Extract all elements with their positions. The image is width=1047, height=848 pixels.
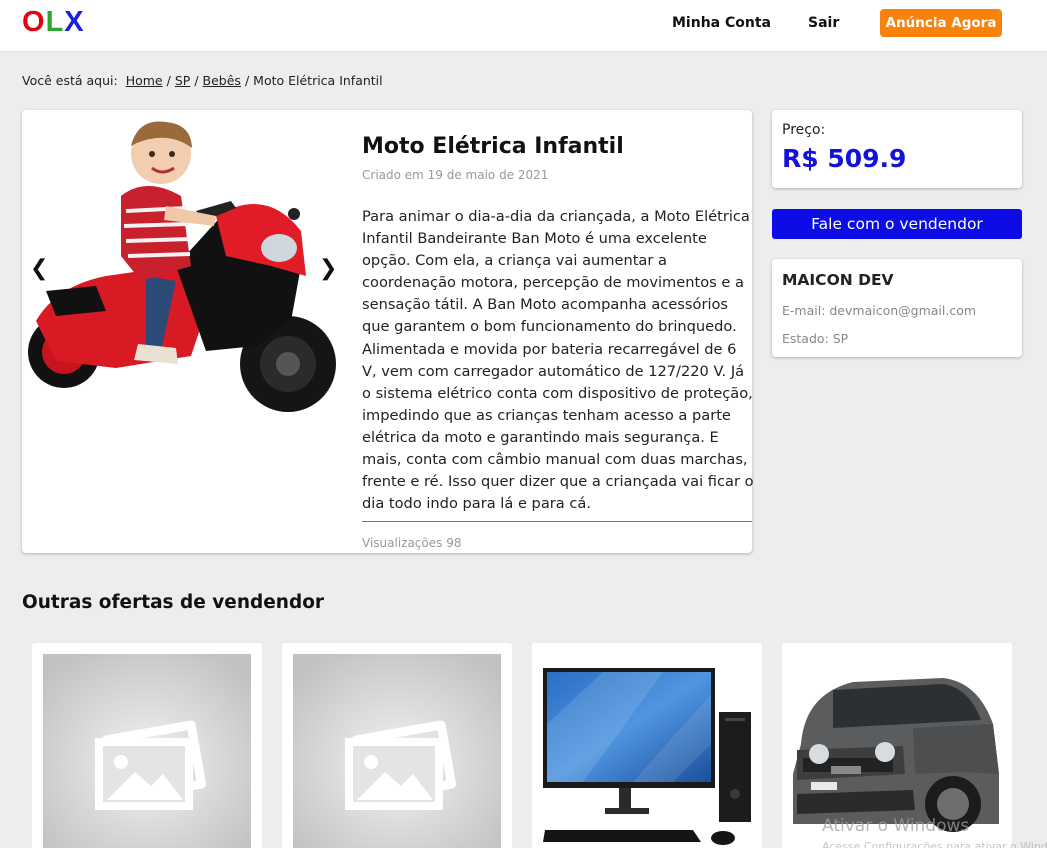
- seller-email: E-mail: devmaicon@gmail.com: [782, 303, 977, 318]
- placeholder-image-icon: [43, 654, 251, 848]
- breadcrumb-current: Moto Elétrica Infantil: [253, 73, 383, 88]
- anuncia-agora-button[interactable]: Anúncia Agora: [880, 9, 1002, 37]
- breadcrumb-separator: /: [244, 73, 250, 88]
- price-label: Preço:: [782, 122, 826, 138]
- seller-state: Estado: SP: [782, 331, 849, 346]
- product-card: ❮ ❯ Moto Elétrica Infantil Criado em 19 …: [22, 110, 754, 553]
- product-title: Moto Elétrica Infantil: [362, 134, 624, 159]
- logo-letter-o: O: [22, 6, 46, 38]
- offer-card[interactable]: [532, 643, 762, 848]
- breadcrumb-sp[interactable]: SP: [175, 73, 190, 88]
- price-card: Preço: R$ 509.9: [772, 110, 1022, 188]
- offer-card[interactable]: [282, 643, 512, 848]
- other-offers-title: Outras ofertas de vendendor: [22, 592, 325, 613]
- contact-seller-button[interactable]: Fale com o vendendor: [772, 209, 1022, 239]
- breadcrumb-bebes[interactable]: Bebês: [203, 73, 241, 88]
- offer-card[interactable]: [32, 643, 262, 848]
- product-description: Para animar o dia-a-dia da criançada, a …: [362, 208, 754, 513]
- breadcrumb-prefix: Você está aqui:: [22, 73, 118, 88]
- logo-letter-l: L: [45, 6, 65, 38]
- seller-card: MAICON DEV E-mail: devmaicon@gmail.com E…: [772, 259, 1022, 357]
- olx-logo[interactable]: OLX: [22, 6, 85, 39]
- breadcrumb-separator: /: [166, 73, 171, 88]
- logo-letter-x: X: [64, 6, 85, 38]
- placeholder-image-icon: [293, 654, 501, 848]
- price-value: R$ 509.9: [782, 144, 907, 173]
- toy-motorcycle-photo: [28, 121, 336, 412]
- product-created-date: Criado em 19 de maio de 2021: [362, 168, 549, 182]
- chevron-left-icon[interactable]: ❮: [30, 258, 48, 280]
- chevron-right-icon[interactable]: ❯: [319, 258, 337, 280]
- divider: [362, 521, 752, 522]
- top-header: OLX Minha Conta Sair Anúncia Agora: [0, 0, 1047, 52]
- breadcrumb-separator: /: [194, 73, 199, 88]
- breadcrumb-home[interactable]: Home: [126, 73, 163, 88]
- breadcrumb: Você está aqui: Home / SP / Bebês / Moto Elétr…: [22, 73, 383, 88]
- windows-activation-watermark-sub: Acesse Configurações para ativar o Windo…: [822, 840, 1047, 848]
- sair-link[interactable]: Sair: [808, 15, 839, 31]
- minha-conta-link[interactable]: Minha Conta: [672, 15, 771, 31]
- windows-activation-watermark: Ativar o Windows: [822, 816, 970, 836]
- views-count: Visualizações 98: [362, 536, 462, 550]
- seller-name: MAICON DEV: [782, 271, 894, 289]
- desktop-computer-photo: [543, 654, 751, 848]
